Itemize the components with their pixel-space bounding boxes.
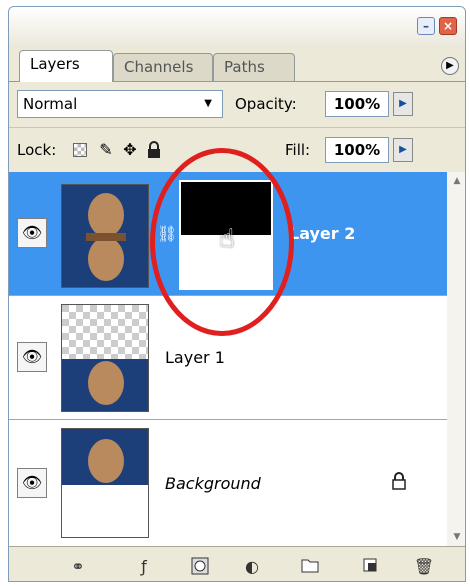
minimize-button[interactable]: – [417,17,435,35]
lock-position-icon[interactable]: ✥ [121,141,139,159]
adjustment-layer-icon[interactable]: ◐ [241,557,263,577]
panel-menu-icon[interactable]: ▶ [441,57,459,75]
close-button[interactable]: × [439,17,457,35]
new-group-icon[interactable] [299,557,321,577]
layer-name: Layer 1 [165,348,225,367]
scroll-up-icon[interactable]: ▲ [447,172,465,190]
opacity-slider-button[interactable]: ▶ [393,92,413,116]
lock-label: Lock: [17,141,57,159]
eye-icon[interactable]: 👁 [17,342,47,372]
layers-list: 👁 ⛓ ☝ Layer 2 👁 Layer 1 👁 Background [9,172,448,546]
opacity-label: Opacity: [235,95,297,113]
tab-layers[interactable]: Layers [19,50,113,82]
hand-cursor-icon: ☝ [219,224,235,254]
layers-panel: – × Layers Channels Paths ▶ Normal ▼ Opa… [8,6,466,582]
layer-name: Background [165,474,261,493]
chain-link-icon[interactable]: ⛓ [157,224,177,243]
layer-row-layer-2[interactable]: 👁 ⛓ ☝ Layer 2 [9,172,447,296]
trash-icon[interactable]: 🗑 [413,557,435,577]
layers-scrollbar[interactable]: ▲ ▼ [447,172,465,546]
link-layers-icon[interactable]: ⚭ [67,557,89,577]
layer-style-icon[interactable]: ƒ [133,557,155,577]
panel-tabs: Layers Channels Paths ▶ [9,47,465,82]
add-mask-icon[interactable] [189,557,211,577]
scroll-down-icon[interactable]: ▼ [447,528,465,546]
layer-thumbnail [61,304,149,412]
blend-mode-value: Normal [23,95,78,113]
lock-all-icon[interactable] [145,141,163,159]
layer-mask-thumbnail[interactable]: ☝ [179,180,273,290]
blend-opacity-row: Normal ▼ Opacity: 100% ▶ [9,82,465,126]
layer-thumbnail [61,428,149,538]
panel-titlebar: – × [9,7,465,47]
layer-row-layer-1[interactable]: 👁 Layer 1 [9,296,447,420]
lock-pixels-icon[interactable]: ✎ [97,141,115,159]
blend-mode-select[interactable]: Normal ▼ [17,90,223,118]
tab-channels[interactable]: Channels [113,53,213,81]
layer-row-background[interactable]: 👁 Background [9,420,447,546]
tab-paths[interactable]: Paths [213,53,295,81]
fill-label: Fill: [285,141,311,159]
layer-thumbnail [61,184,149,288]
lock-icon [391,472,407,494]
new-layer-icon[interactable] [359,557,381,577]
eye-icon[interactable]: 👁 [17,468,47,498]
lock-transparency-icon[interactable] [71,141,89,159]
opacity-input[interactable]: 100% [325,91,389,117]
layers-bottom-toolbar: ⚭ ƒ ◐ 🗑 [9,546,465,581]
lock-fill-row: Lock: ✎ ✥ Fill: 100% ▶ [9,127,465,173]
fill-slider-button[interactable]: ▶ [393,138,413,162]
layer-name: Layer 2 [289,224,356,243]
fill-input[interactable]: 100% [325,137,389,163]
eye-icon[interactable]: 👁 [17,218,47,248]
chevron-down-icon: ▼ [204,98,212,109]
